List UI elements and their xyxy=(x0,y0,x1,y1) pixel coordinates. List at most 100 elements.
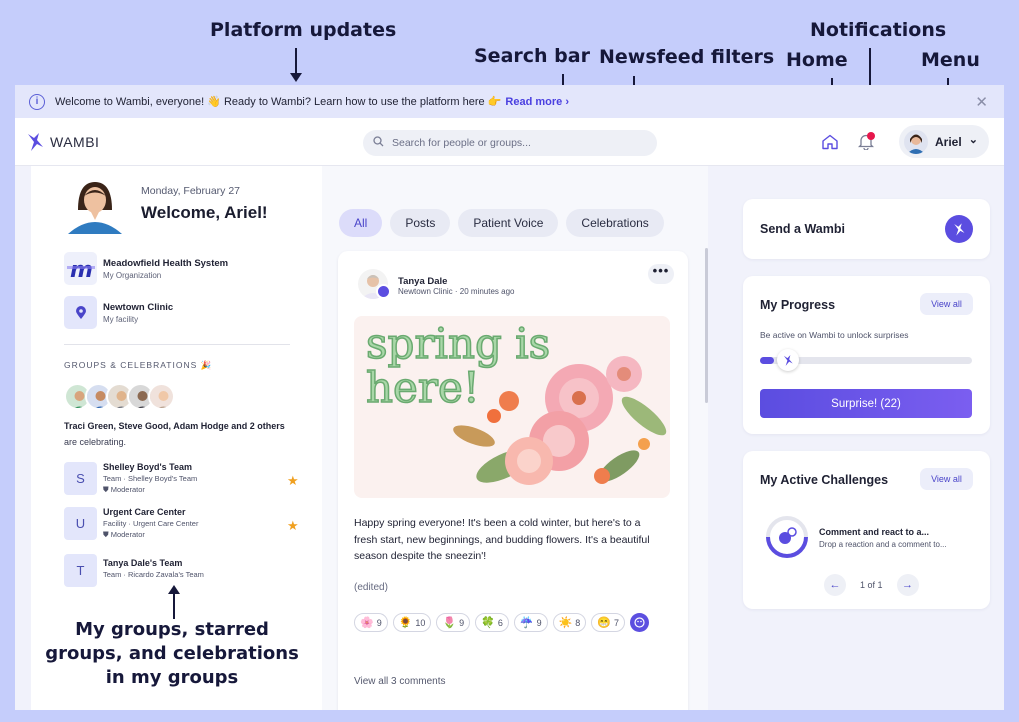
star-icon[interactable]: ★ xyxy=(287,473,299,489)
group-detail: Facility · Urgent Care Center xyxy=(103,519,199,528)
organization-name: Meadowfield Health System xyxy=(103,257,229,269)
star-icon[interactable]: ★ xyxy=(287,518,299,534)
location-pin-icon xyxy=(64,296,97,329)
facility-name: Newtown Clinic xyxy=(103,301,174,313)
wambi-logo-icon xyxy=(28,132,43,151)
send-wambi-label: Send a Wambi xyxy=(760,222,845,236)
progress-fill xyxy=(760,357,774,364)
shield-icon: ⛊ xyxy=(103,530,109,539)
challenges-view-all-button[interactable]: View all xyxy=(920,468,973,490)
view-comments-link[interactable]: View all 3 comments xyxy=(354,676,446,687)
next-arrow-icon[interactable]: → xyxy=(896,574,919,596)
user-name: Ariel xyxy=(935,134,962,149)
post-image[interactable]: spring is here! xyxy=(354,316,670,498)
challenge-pager: ← 1 of 1 → xyxy=(824,574,919,596)
organization-logo-icon: m xyxy=(64,252,97,285)
edited-label: (edited) xyxy=(354,582,388,593)
profile-photo xyxy=(64,176,126,234)
reaction-list: 🌸 9 🌻 10 🌷 9 🍀 6 ☔ 9 ☀️ 8 😁 7 xyxy=(354,613,674,632)
reaction-chip[interactable]: ☀️ 8 xyxy=(552,613,587,632)
annotation-menu: Menu xyxy=(921,49,980,71)
post-author[interactable]: Tanya Dale xyxy=(398,276,447,287)
group-name: Urgent Care Center xyxy=(103,507,186,517)
wambi-logo[interactable]: WAMBI xyxy=(25,131,99,153)
group-name: Shelley Boyd's Team xyxy=(103,462,193,472)
annotation-groups-caption: My groups, starred groups, and celebrati… xyxy=(45,619,299,688)
groups-section-title: GROUPS & CELEBRATIONS 🎉 xyxy=(64,360,213,370)
annotation-notifications: Notifications xyxy=(810,19,947,41)
top-navigation-bar: WAMBI Search for people or groups... Ari… xyxy=(15,118,1004,166)
challenge-title[interactable]: Comment and react to a... xyxy=(819,527,929,537)
add-reaction-icon xyxy=(634,617,645,628)
welcome-heading: Welcome, Ariel! xyxy=(141,203,268,222)
progress-title: My Progress xyxy=(760,298,836,312)
close-banner-icon[interactable]: ✕ xyxy=(975,93,988,111)
avatar xyxy=(148,383,175,410)
group-role: ⛊ Moderator xyxy=(103,485,145,494)
annotation-arrow xyxy=(168,585,180,619)
filter-celebrations[interactable]: Celebrations xyxy=(566,209,664,237)
celebrating-avatars[interactable] xyxy=(64,383,175,410)
progress-hint: Be active on Wambi to unlock surprises xyxy=(760,330,909,340)
group-item[interactable]: S Shelley Boyd's Team Team · Shelley Boyd… xyxy=(64,462,197,495)
filter-all[interactable]: All xyxy=(339,209,383,237)
send-wambi-card[interactable]: Send a Wambi xyxy=(743,199,990,259)
previous-arrow-icon[interactable]: ← xyxy=(824,574,846,596)
challenge-progress-ring-icon xyxy=(766,516,808,558)
celebration-text: Traci Green, Steve Good, Adam Hodge and … xyxy=(64,421,285,447)
reaction-chip[interactable]: ☔ 9 xyxy=(513,613,548,632)
shield-icon: ⛊ xyxy=(103,485,109,494)
facility-item[interactable]: Newtown Clinic My facility xyxy=(64,296,173,329)
reaction-chip[interactable]: 🌷 9 xyxy=(436,613,471,632)
newsfeed-filters: All Posts Patient Voice Celebrations xyxy=(339,209,664,237)
filter-patient-voice[interactable]: Patient Voice xyxy=(458,209,559,237)
user-avatar xyxy=(904,129,928,154)
organization-label: My Organization xyxy=(103,270,162,280)
group-initial: U xyxy=(64,507,97,540)
reaction-chip[interactable]: 😁 7 xyxy=(591,613,626,632)
progress-view-all-button[interactable]: View all xyxy=(920,293,973,315)
group-initial: S xyxy=(64,462,97,495)
add-reaction-button[interactable] xyxy=(630,613,650,632)
surprise-button[interactable]: Surprise! (22) xyxy=(760,389,972,418)
home-icon[interactable] xyxy=(821,134,839,150)
annotation-platform-updates: Platform updates xyxy=(210,19,397,41)
search-input[interactable]: Search for people or groups... xyxy=(363,130,657,156)
annotation-home: Home xyxy=(786,49,848,71)
wambi-app: i Welcome to Wambi, everyone! 👋 Ready to… xyxy=(15,85,1004,710)
facility-label: My facility xyxy=(103,314,139,324)
author-badge-icon xyxy=(376,284,391,299)
group-item[interactable]: U Urgent Care Center Facility · Urgent Ca… xyxy=(64,507,198,540)
group-detail: Team · Ricardo Zavala's Team xyxy=(103,570,204,579)
my-progress-card: My Progress View all Be active on Wambi … xyxy=(743,276,990,434)
reaction-chip[interactable]: 🌻 10 xyxy=(392,613,432,632)
user-menu-button[interactable]: Ariel ⌄ xyxy=(899,125,989,158)
annotation-arrow xyxy=(290,48,302,82)
reaction-chip[interactable]: 🍀 6 xyxy=(475,613,509,632)
group-name: Tanya Dale's Team xyxy=(103,558,183,568)
group-item[interactable]: T Tanya Dale's Team Team · Ricardo Zavala… xyxy=(64,554,204,587)
notification-dot xyxy=(867,132,875,140)
post-text: Happy spring everyone! It's been a cold … xyxy=(354,517,650,562)
challenge-description: Drop a reaction and a comment to... xyxy=(819,540,947,549)
more-options-button[interactable]: ••• xyxy=(648,264,674,284)
divider xyxy=(64,344,290,345)
read-more-link[interactable]: Read more › xyxy=(505,96,569,108)
svg-text:m: m xyxy=(70,258,93,283)
annotation-newsfeed-filters: Newsfeed filters xyxy=(599,46,775,68)
reaction-chip[interactable]: 🌸 9 xyxy=(354,613,388,632)
banner-text: Welcome to Wambi, everyone! 👋 Ready to W… xyxy=(55,96,502,108)
logo-text: WAMBI xyxy=(50,133,100,150)
feed-scrollbar[interactable] xyxy=(705,248,708,403)
platform-updates-banner: i Welcome to Wambi, everyone! 👋 Ready to… xyxy=(15,85,1004,118)
organization-item[interactable]: m Meadowfield Health System My Organizati… xyxy=(64,252,228,285)
challenges-title: My Active Challenges xyxy=(760,473,889,487)
flower-illustration xyxy=(453,356,667,485)
group-initial: T xyxy=(64,554,97,587)
party-icon: 🎉 xyxy=(200,360,213,370)
newsfeed: All Posts Patient Voice Celebrations Tan… xyxy=(322,166,708,710)
pager-text: 1 of 1 xyxy=(860,580,883,590)
filter-posts[interactable]: Posts xyxy=(390,209,451,237)
send-wambi-icon xyxy=(945,215,973,243)
group-role: ⛊ Moderator xyxy=(103,530,145,539)
